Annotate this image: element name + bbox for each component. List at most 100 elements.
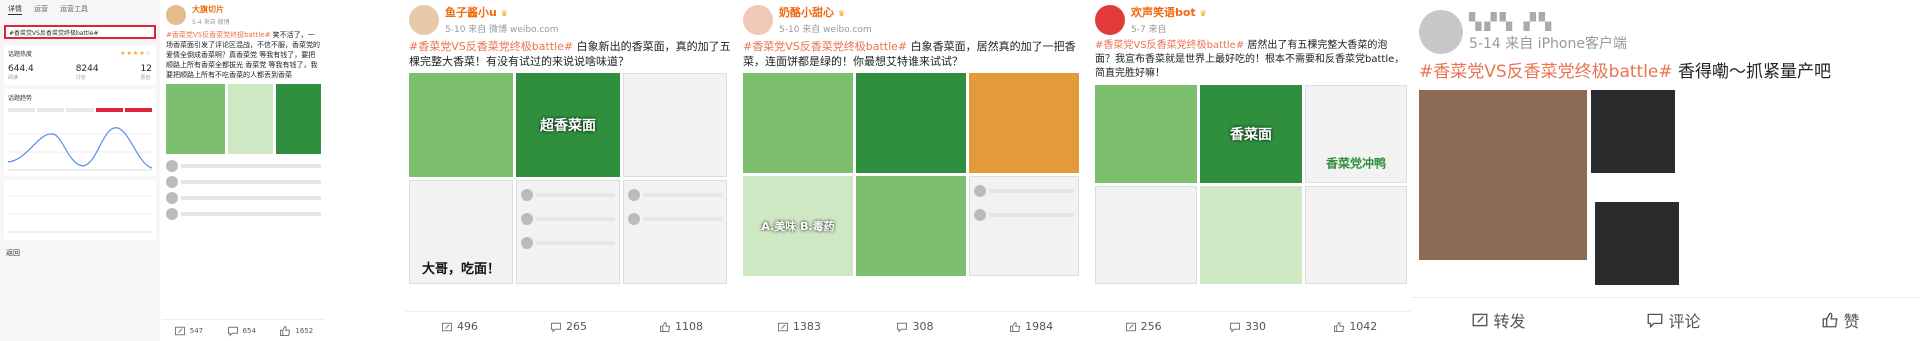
topic-search-highlight[interactable]: #香菜党VS反香菜党终极battle# <box>4 25 156 39</box>
sticker-image[interactable]: 香菜党冲鸭 <box>1305 85 1407 183</box>
post-image[interactable] <box>409 73 513 177</box>
repost-button[interactable]: 256 <box>1125 320 1162 333</box>
comment-list <box>162 154 325 226</box>
post-images <box>162 84 325 154</box>
comment-icon <box>227 325 239 337</box>
repost-icon <box>1125 321 1137 333</box>
post-image[interactable]: 超香菜面 <box>516 73 620 177</box>
weibo-post-1[interactable]: 大旗切片 5-4 来自 微博 #香菜党VS反香菜党终极battle# 笑不活了，… <box>162 0 325 341</box>
hot-card-title: 话题热度 <box>8 51 33 58</box>
post-image[interactable] <box>969 73 1079 173</box>
comment-button[interactable]: 654 <box>227 325 256 337</box>
like-button[interactable]: 1108 <box>659 320 703 333</box>
action-bar: 256 330 1042 <box>1091 311 1411 341</box>
like-button[interactable]: 赞 <box>1821 308 1860 332</box>
repost-button[interactable]: 1383 <box>777 320 821 333</box>
post-text: #香菜党VS反香菜党终极battle# 白象新出的香菜面，真的加了五棵完整大香菜… <box>409 40 731 68</box>
topic-tag[interactable]: #香菜党VS反香菜党终极battle# <box>166 31 270 39</box>
author-name[interactable]: 大旗切片 <box>192 4 230 15</box>
comment-button[interactable]: 330 <box>1229 320 1266 333</box>
avatar[interactable] <box>1419 10 1463 54</box>
post-image[interactable] <box>516 180 620 284</box>
author-name[interactable]: 奶酪小甜心 ♛ <box>779 4 872 20</box>
post-image-extra <box>1595 202 1679 285</box>
meme-image[interactable] <box>1095 186 1197 284</box>
author-name[interactable]: ▚▞▚ ▞▚ <box>1469 12 1627 31</box>
topic-tag[interactable]: #香菜党VS反香菜党终极battle# <box>409 40 573 53</box>
hot-card: 话题热度 ★★★★☆ 644.4 阅读 8244 讨论 12 原创 <box>4 45 156 85</box>
extra-card <box>4 180 156 240</box>
topic-tag[interactable]: #香菜党VS反香菜党终极battle# <box>1095 40 1244 51</box>
avatar[interactable] <box>743 4 773 35</box>
repost-button[interactable]: 547 <box>174 325 203 337</box>
post-images: 超香菜面 <box>405 73 739 177</box>
repost-icon <box>441 321 453 333</box>
comment-button[interactable]: 308 <box>896 320 933 333</box>
comment-icon <box>896 321 908 333</box>
post-meta: 5-7 来自 <box>1131 25 1167 35</box>
post-images <box>739 73 1091 173</box>
post-text: #香菜党VS反香菜党终极battle# 白象香菜面，居然真的加了一把香菜，连面饼… <box>743 40 1076 68</box>
comment-item <box>166 192 321 204</box>
weibo-post-2[interactable]: 鱼子酱小u ♛ 5-10 来自 微博 weibo.com #香菜党VS反香菜党终… <box>405 0 739 341</box>
comment-item <box>166 176 321 188</box>
topic-tag[interactable]: #香菜党VS反香菜党终极battle# <box>743 40 907 53</box>
like-button[interactable]: 1042 <box>1333 320 1377 333</box>
post-meta: 5-14 来自 iPhone客户端 <box>1469 35 1627 52</box>
vip-badge-icon: ♛ <box>837 9 846 18</box>
repost-icon <box>777 321 789 333</box>
post-image[interactable] <box>623 180 727 284</box>
post-image[interactable] <box>166 84 225 154</box>
vip-badge-icon: ♛ <box>1199 9 1207 18</box>
action-bar: 转发 评论 赞 <box>1411 297 1920 341</box>
search-query: #香菜党VS反香菜党终极battle# <box>9 30 99 37</box>
post-text: #香菜党VS反香菜党终极battle# 居然出了有五棵完整大香菜的泡面？我宣布香… <box>1095 40 1405 79</box>
post-image[interactable] <box>1095 85 1197 183</box>
tab-operations[interactable]: 运营 <box>34 4 48 15</box>
post-image[interactable] <box>623 73 727 177</box>
post-image[interactable] <box>275 84 321 154</box>
comment-icon <box>550 321 562 333</box>
repost-button[interactable]: 转发 <box>1471 308 1526 332</box>
like-button[interactable]: 1652 <box>279 325 313 337</box>
post-image[interactable] <box>1419 90 1587 260</box>
like-button[interactable]: 1984 <box>1009 320 1053 333</box>
avatar[interactable] <box>1095 4 1125 35</box>
author-name[interactable]: 欢声笑语bot ♛ <box>1131 4 1207 20</box>
tab-tools[interactable]: 运营工具 <box>60 4 88 15</box>
meme-image[interactable]: 大哥，吃面！ <box>409 180 513 284</box>
avatar[interactable] <box>166 5 186 25</box>
post-image[interactable] <box>1591 90 1675 173</box>
avatar[interactable] <box>409 4 439 35</box>
post-image[interactable] <box>227 84 273 154</box>
comment-button[interactable]: 265 <box>550 320 587 333</box>
topic-tag[interactable]: #香菜党VS反香菜党终极battle# <box>1419 62 1673 82</box>
comment-button[interactable]: 评论 <box>1646 308 1701 332</box>
weibo-post-3[interactable]: 奶酪小甜心 ♛ 5-10 来自 weibo.com #香菜党VS反香菜党终极ba… <box>739 0 1091 341</box>
back-button[interactable]: 返回 <box>6 248 20 258</box>
post-text: #香菜党VS反香菜党终极battle# 笑不活了，一场香菜面引发了评论区混战，不… <box>166 31 320 79</box>
repost-button[interactable]: 496 <box>441 320 478 333</box>
author-name[interactable]: 鱼子酱小u ♛ <box>445 4 559 20</box>
post-image[interactable] <box>1595 202 1679 285</box>
post-image[interactable]: A.美味 B.毒药 <box>743 176 853 276</box>
comment-icon <box>1646 311 1664 329</box>
tab-details[interactable]: 详情 <box>8 4 22 15</box>
analytics-footer: 返回 <box>0 244 160 262</box>
post-images: 香菜面 香菜党冲鸭 <box>1091 85 1411 183</box>
repost-icon <box>1471 311 1489 329</box>
weibo-post-4[interactable]: 欢声笑语bot ♛ 5-7 来自 #香菜党VS反香菜党终极battle# 居然出… <box>1091 0 1411 341</box>
comment-icon <box>1229 321 1241 333</box>
post-meta: 5-10 来自 微博 weibo.com <box>445 25 559 35</box>
post-image[interactable] <box>856 73 966 173</box>
post-image[interactable] <box>856 176 966 276</box>
secondary-chart <box>8 195 152 233</box>
weibo-post-5[interactable]: ▚▞▚ ▞▚ 5-14 来自 iPhone客户端 #香菜党VS反香菜党终极bat… <box>1411 0 1920 341</box>
post-image[interactable] <box>743 73 853 173</box>
thumb-up-icon <box>279 325 291 337</box>
post-image[interactable] <box>969 176 1079 276</box>
post-image[interactable] <box>1200 186 1302 284</box>
post-image[interactable]: 香菜面 <box>1200 85 1302 183</box>
post-meta: 5-4 来自 微博 <box>192 19 230 26</box>
post-image[interactable] <box>1305 186 1407 284</box>
